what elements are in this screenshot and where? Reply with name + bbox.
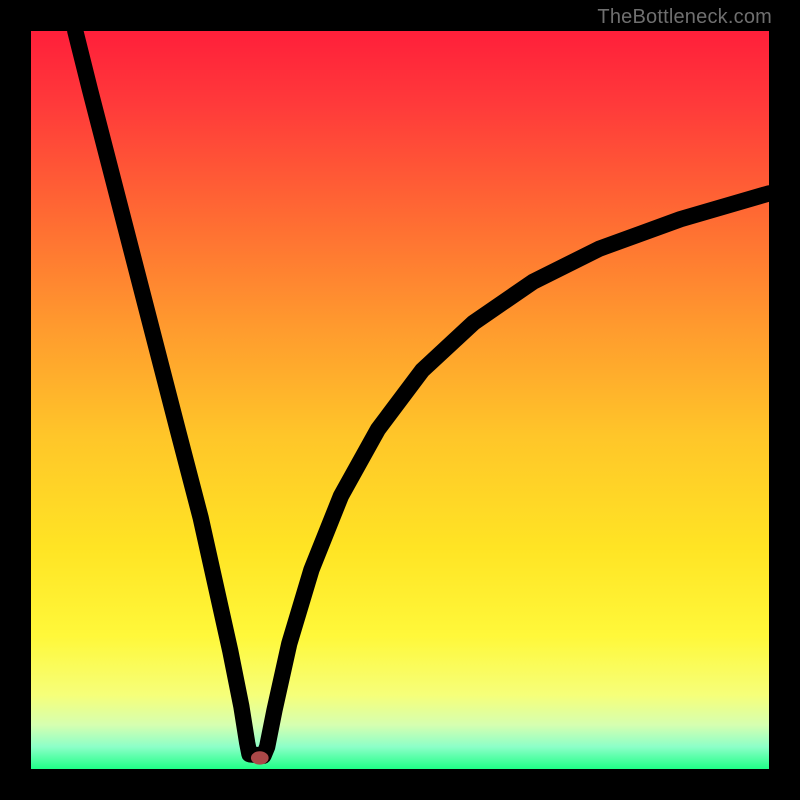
plot-area [31, 31, 769, 769]
bottleneck-curve [75, 31, 769, 756]
chart-stage: TheBottleneck.com [0, 0, 800, 800]
bottleneck-curve-layer [31, 31, 769, 769]
attribution-text: TheBottleneck.com [597, 6, 772, 29]
optimal-point-marker [251, 751, 269, 764]
